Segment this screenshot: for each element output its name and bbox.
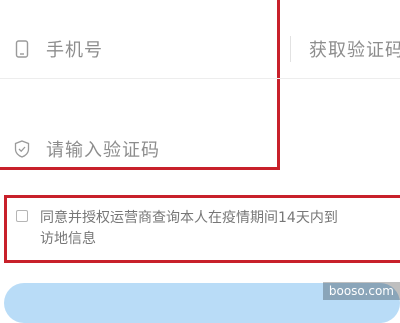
- get-code-button[interactable]: 获取验证码: [290, 34, 400, 64]
- consent-row: 同意并授权运营商查询本人在疫情期间14天内到 访地信息: [16, 208, 396, 250]
- separator: [290, 36, 291, 62]
- consent-text: 同意并授权运营商查询本人在疫情期间14天内到 访地信息: [40, 210, 338, 247]
- phone-input[interactable]: 手机号: [12, 34, 103, 64]
- get-code-label: 获取验证码: [309, 40, 400, 61]
- watermark: booso.com: [322, 282, 400, 300]
- verification-code-input[interactable]: 请输入验证码: [12, 134, 160, 164]
- phone-icon: [12, 39, 32, 59]
- code-placeholder: 请输入验证码: [46, 140, 160, 161]
- phone-placeholder: 手机号: [46, 40, 103, 61]
- shield-check-icon: [12, 139, 32, 159]
- consent-checkbox[interactable]: [16, 210, 28, 222]
- divider: [0, 78, 400, 79]
